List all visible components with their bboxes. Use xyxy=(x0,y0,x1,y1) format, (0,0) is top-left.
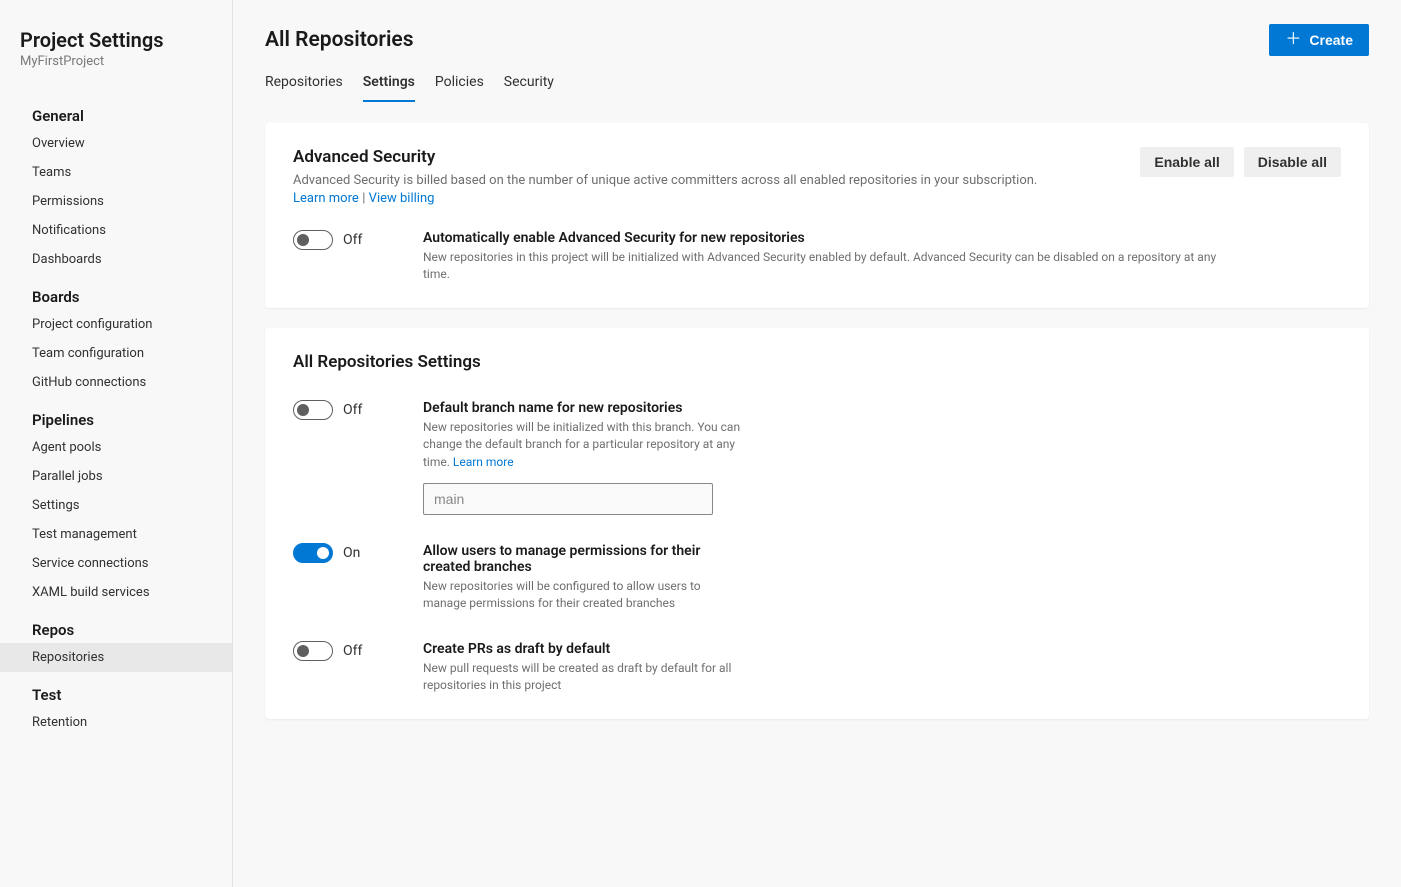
advanced-security-header: Advanced Security Advanced Security is b… xyxy=(293,147,1341,206)
draft-prs-toggle[interactable] xyxy=(293,641,333,661)
learn-more-link[interactable]: Learn more xyxy=(293,191,359,206)
default-branch-title: Default branch name for new repositories xyxy=(423,400,743,416)
sidebar-item-team-config[interactable]: Team configuration xyxy=(0,339,232,368)
sidebar-section-pipelines: Pipelines xyxy=(0,397,232,433)
tabs: Repositories Settings Policies Security xyxy=(265,68,1369,103)
draft-prs-desc: New pull requests will be created as dra… xyxy=(423,660,743,695)
draft-prs-title: Create PRs as draft by default xyxy=(423,641,743,657)
plus-icon: ＋ xyxy=(1285,32,1301,48)
sidebar-item-repositories[interactable]: Repositories xyxy=(0,643,232,672)
advanced-security-title: Advanced Security xyxy=(293,147,1120,167)
sidebar-item-project-config[interactable]: Project configuration xyxy=(0,310,232,339)
auto-enable-desc: New repositories in this project will be… xyxy=(423,249,1243,284)
default-branch-input[interactable] xyxy=(423,483,713,515)
auto-enable-toggle[interactable] xyxy=(293,230,333,250)
tab-security[interactable]: Security xyxy=(504,68,554,102)
enable-all-button[interactable]: Enable all xyxy=(1140,147,1233,177)
default-branch-setting: Off Default branch name for new reposito… xyxy=(293,400,1341,515)
advanced-security-desc: Advanced Security is billed based on the… xyxy=(293,173,1120,188)
page-title: All Repositories xyxy=(265,28,414,52)
manage-permissions-title: Allow users to manage permissions for th… xyxy=(423,543,743,575)
draft-prs-state: Off xyxy=(343,643,362,659)
page-header: All Repositories ＋ Create xyxy=(265,24,1369,56)
sidebar-item-agent-pools[interactable]: Agent pools xyxy=(0,433,232,462)
sidebar-section-boards: Boards xyxy=(0,274,232,310)
sidebar-item-xaml-build[interactable]: XAML build services xyxy=(0,578,232,607)
main-content: All Repositories ＋ Create Repositories S… xyxy=(233,0,1401,887)
tab-settings[interactable]: Settings xyxy=(363,68,415,102)
sidebar-title: Project Settings xyxy=(0,28,232,54)
default-branch-toggle[interactable] xyxy=(293,400,333,420)
sidebar-item-pipelines-settings[interactable]: Settings xyxy=(0,491,232,520)
draft-prs-setting: Off Create PRs as draft by default New p… xyxy=(293,641,1341,695)
auto-enable-title: Automatically enable Advanced Security f… xyxy=(423,230,1243,246)
sidebar-item-overview[interactable]: Overview xyxy=(0,129,232,158)
view-billing-link[interactable]: View billing xyxy=(369,191,435,206)
sidebar-item-parallel-jobs[interactable]: Parallel jobs xyxy=(0,462,232,491)
sidebar-item-test-management[interactable]: Test management xyxy=(0,520,232,549)
auto-enable-state: Off xyxy=(343,232,362,248)
manage-permissions-desc: New repositories will be configured to a… xyxy=(423,578,743,613)
advanced-security-card: Advanced Security Advanced Security is b… xyxy=(265,123,1369,308)
sidebar-item-teams[interactable]: Teams xyxy=(0,158,232,187)
tab-repositories[interactable]: Repositories xyxy=(265,68,343,102)
sidebar-item-permissions[interactable]: Permissions xyxy=(0,187,232,216)
default-branch-state: Off xyxy=(343,402,362,418)
manage-permissions-toggle[interactable] xyxy=(293,543,333,563)
sidebar-item-retention[interactable]: Retention xyxy=(0,708,232,737)
manage-permissions-state: On xyxy=(343,545,360,561)
create-button-label: Create xyxy=(1309,32,1353,48)
sidebar-item-github-connections[interactable]: GitHub connections xyxy=(0,368,232,397)
all-repos-settings-title: All Repositories Settings xyxy=(293,352,1341,372)
sidebar-section-general: General xyxy=(0,93,232,129)
auto-enable-setting: Off Automatically enable Advanced Securi… xyxy=(293,230,1341,284)
sidebar-section-repos: Repos xyxy=(0,607,232,643)
sidebar-item-service-connections[interactable]: Service connections xyxy=(0,549,232,578)
sidebar: Project Settings MyFirstProject General … xyxy=(0,0,233,887)
default-branch-learn-more[interactable]: Learn more xyxy=(453,455,514,469)
sidebar-item-notifications[interactable]: Notifications xyxy=(0,216,232,245)
all-repos-settings-card: All Repositories Settings Off Default br… xyxy=(265,328,1369,719)
create-button[interactable]: ＋ Create xyxy=(1269,24,1369,56)
disable-all-button[interactable]: Disable all xyxy=(1244,147,1341,177)
manage-permissions-setting: On Allow users to manage permissions for… xyxy=(293,543,1341,613)
tab-policies[interactable]: Policies xyxy=(435,68,484,102)
default-branch-desc: New repositories will be initialized wit… xyxy=(423,419,743,471)
sidebar-section-test: Test xyxy=(0,672,232,708)
sidebar-item-dashboards[interactable]: Dashboards xyxy=(0,245,232,274)
sidebar-subtitle: MyFirstProject xyxy=(0,54,232,93)
